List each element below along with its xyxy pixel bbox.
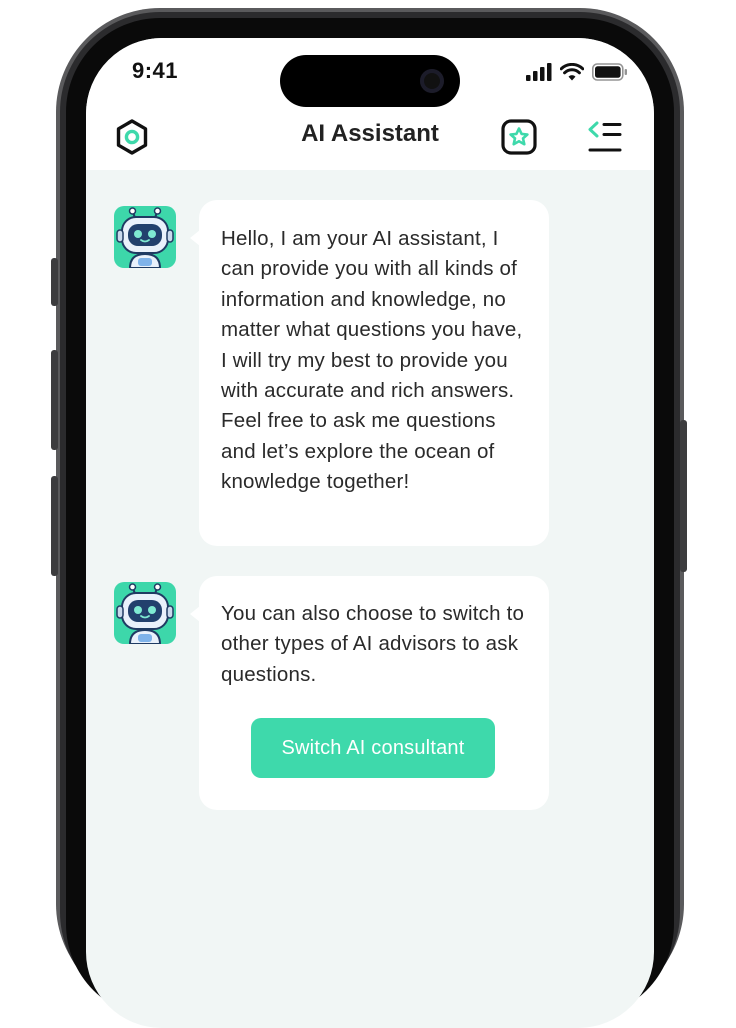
status-time: 9:41 — [132, 58, 179, 83]
ai-avatar — [114, 582, 176, 644]
camera-icon — [420, 69, 444, 93]
robot-icon — [116, 207, 174, 268]
status-icons — [526, 62, 628, 82]
phone-volume-down-button — [51, 476, 58, 576]
ai-message-bubble: You can also choose to switch to other t… — [190, 576, 549, 810]
menu-list-icon — [588, 121, 622, 152]
app-screen: 9:41 AI Assistant Hello, I am your AI as… — [86, 38, 654, 1028]
phone-volume-up-button — [51, 350, 58, 450]
menu-button[interactable] — [586, 118, 624, 156]
cellular-signal-icon — [526, 63, 552, 81]
favorite-star-icon — [501, 119, 537, 155]
wifi-icon — [560, 63, 584, 81]
favorite-button[interactable] — [500, 118, 538, 156]
ai-message-text: You can also choose to switch to other t… — [221, 602, 525, 686]
robot-icon — [116, 583, 174, 644]
phone-power-button — [680, 420, 687, 572]
phone-action-button — [51, 258, 58, 306]
app-header: 9:41 AI Assistant — [86, 38, 654, 170]
ai-message-text: Hello, I am your AI assistant, I can pro… — [221, 227, 523, 494]
ai-avatar — [114, 206, 176, 268]
dynamic-island — [280, 55, 460, 107]
battery-icon — [592, 63, 627, 81]
ai-message-bubble: Hello, I am your AI assistant, I can pro… — [190, 200, 549, 546]
switch-ai-consultant-button[interactable]: Switch AI consultant — [251, 718, 495, 778]
page-title: AI Assistant — [301, 120, 439, 147]
